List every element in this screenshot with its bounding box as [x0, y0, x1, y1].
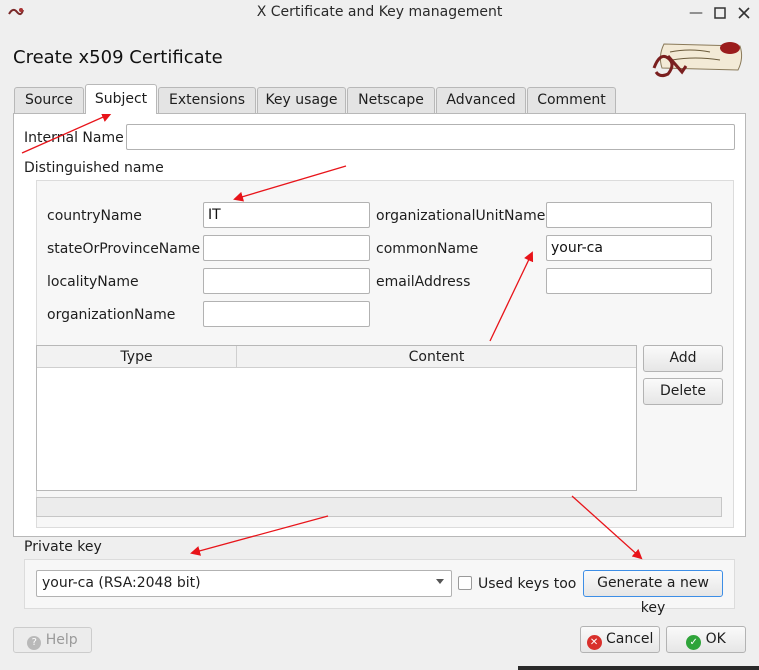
maximize-icon[interactable] [711, 4, 729, 22]
content-column-header[interactable]: Content [237, 346, 636, 368]
help-button[interactable]: ? Help [13, 627, 92, 653]
type-column-header[interactable]: Type [37, 346, 237, 368]
used-keys-label[interactable]: Used keys too [478, 576, 576, 592]
xca-logo [650, 38, 746, 80]
distinguished-name-label: Distinguished name [24, 160, 164, 176]
tab-extensions[interactable]: Extensions [158, 87, 256, 113]
close-icon[interactable] [735, 4, 753, 22]
ok-check-icon: ✓ [686, 635, 702, 650]
common-name-input[interactable] [546, 235, 712, 261]
tab-netscape[interactable]: Netscape [347, 87, 435, 113]
locality-name-label: localityName [47, 274, 139, 290]
help-button-label: Help [45, 632, 78, 648]
private-key-label: Private key [24, 539, 102, 555]
country-name-label: countryName [47, 208, 142, 224]
tab-source[interactable]: Source [14, 87, 84, 113]
internal-name-label: Internal Name [24, 130, 124, 146]
cancel-icon: ✕ [586, 635, 602, 650]
delete-button[interactable]: Delete [643, 378, 723, 405]
taskbar-edge [518, 666, 759, 670]
organization-name-label: organizationName [47, 307, 176, 323]
chevron-down-icon[interactable] [436, 579, 444, 584]
tab-key-usage[interactable]: Key usage [257, 87, 346, 113]
ok-button-label: OK [705, 631, 726, 647]
used-keys-checkbox[interactable] [458, 576, 472, 590]
common-name-label: commonName [376, 241, 479, 257]
cancel-button-label: Cancel [606, 631, 654, 647]
cancel-button[interactable]: ✕ Cancel [580, 626, 660, 653]
ok-button[interactable]: ✓ OK [666, 626, 746, 653]
table-horizontal-scrollbar[interactable] [36, 497, 722, 517]
email-address-label: emailAddress [376, 274, 471, 290]
organizational-unit-input[interactable] [546, 202, 712, 228]
locality-name-input[interactable] [203, 268, 370, 294]
state-name-label: stateOrProvinceName [47, 241, 201, 257]
internal-name-input[interactable] [126, 124, 735, 150]
organizational-unit-label: organizationalUnitName [376, 208, 546, 224]
generate-key-button[interactable]: Generate a new key [583, 570, 723, 616]
tab-comment[interactable]: Comment [527, 87, 616, 113]
help-icon: ? [27, 636, 42, 650]
dialog-heading: Create x509 Certificate [13, 47, 223, 68]
state-name-input[interactable] [203, 235, 370, 261]
country-name-input[interactable] [203, 202, 370, 228]
extra-dn-table[interactable]: Type Content [36, 345, 637, 491]
minimize-icon[interactable]: — [687, 4, 705, 22]
email-address-input[interactable] [546, 268, 712, 294]
window-title: X Certificate and Key management [256, 4, 503, 20]
add-button[interactable]: Add [643, 345, 723, 372]
tab-advanced[interactable]: Advanced [436, 87, 526, 113]
tab-subject[interactable]: Subject [85, 84, 157, 114]
organization-name-input[interactable] [203, 301, 370, 327]
private-key-select[interactable]: your-ca (RSA:2048 bit) [36, 570, 452, 597]
private-key-select-value: your-ca (RSA:2048 bit) [42, 575, 201, 591]
